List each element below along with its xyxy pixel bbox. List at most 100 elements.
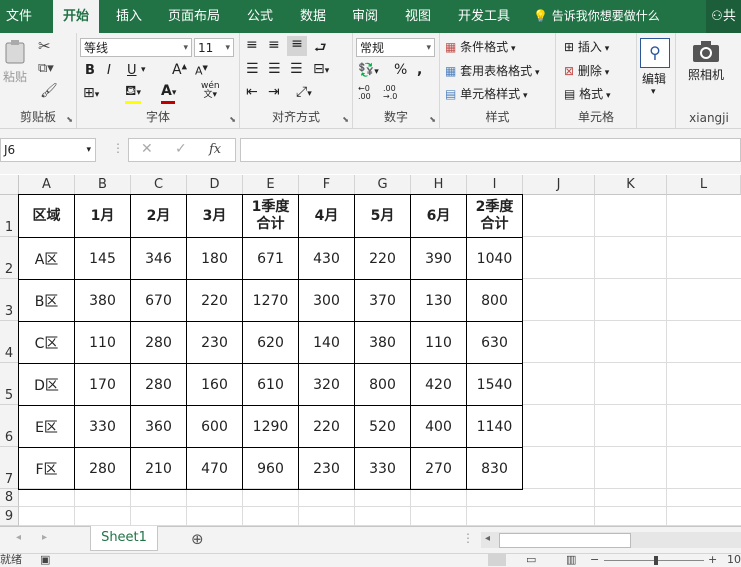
select-all-button[interactable]: [0, 175, 19, 195]
table-cell[interactable]: 430: [298, 237, 355, 280]
enter-icon[interactable]: ✓: [175, 141, 187, 157]
column-header-k[interactable]: K: [595, 175, 667, 195]
delete-cells-button[interactable]: ⊠ 删除 ▾: [564, 62, 609, 79]
table-cell[interactable]: E区: [18, 405, 75, 448]
table-cell[interactable]: D区: [18, 363, 75, 406]
horizontal-scrollbar[interactable]: ◂: [481, 532, 741, 548]
table-cell[interactable]: 130: [410, 279, 467, 322]
column-header-f[interactable]: F: [299, 175, 355, 195]
row-header-8[interactable]: 8: [0, 489, 19, 507]
menu-view[interactable]: 视图: [396, 0, 440, 33]
table-cell[interactable]: 380: [74, 279, 131, 322]
wrap-text-button[interactable]: ⮐: [314, 37, 327, 61]
page-break-view-icon[interactable]: ▥: [566, 554, 576, 566]
table-cell[interactable]: 110: [74, 321, 131, 364]
table-cell[interactable]: 370: [354, 279, 411, 322]
table-cell[interactable]: 330: [354, 447, 411, 490]
paste-button[interactable]: 粘贴: [2, 39, 28, 85]
table-cell[interactable]: 671: [242, 237, 299, 280]
table-cell[interactable]: 1270: [242, 279, 299, 322]
align-center-button[interactable]: ☰: [268, 61, 281, 77]
header-cell-region[interactable]: 区域: [18, 194, 75, 238]
table-cell[interactable]: 800: [354, 363, 411, 406]
underline-button[interactable]: U: [127, 63, 137, 78]
menu-developer[interactable]: 开发工具: [450, 0, 518, 33]
macro-record-icon[interactable]: ▣: [40, 554, 50, 566]
table-cell[interactable]: 1290: [242, 405, 299, 448]
format-painter-button[interactable]: 🖌: [40, 83, 58, 99]
decrease-indent-button[interactable]: ⇤: [246, 84, 258, 100]
table-cell[interactable]: 360: [130, 405, 187, 448]
name-box[interactable]: J6 ▾: [0, 138, 96, 162]
insert-function-button[interactable]: fx: [209, 142, 221, 157]
percent-button[interactable]: %: [394, 62, 407, 78]
table-cell[interactable]: 1040: [466, 237, 523, 280]
table-cell[interactable]: 320: [298, 363, 355, 406]
table-cell[interactable]: 390: [410, 237, 467, 280]
zoom-level[interactable]: 10: [727, 554, 741, 566]
table-cell[interactable]: 220: [186, 279, 243, 322]
table-cell[interactable]: C区: [18, 321, 75, 364]
table-cell[interactable]: 380: [354, 321, 411, 364]
decrease-decimal-button[interactable]: .00 →.0: [383, 85, 397, 101]
table-cell[interactable]: 800: [466, 279, 523, 322]
font-name-select[interactable]: 等线 ▾: [80, 38, 192, 57]
table-cell[interactable]: 1140: [466, 405, 523, 448]
header-cell-jan[interactable]: 1月: [74, 194, 131, 238]
zoom-slider-thumb[interactable]: [654, 556, 658, 565]
find-select-button[interactable]: ⚲: [640, 38, 670, 68]
table-cell[interactable]: 630: [466, 321, 523, 364]
underline-dropdown-icon[interactable]: ▾: [141, 65, 146, 75]
cancel-icon[interactable]: ✕: [141, 141, 153, 157]
menu-page-layout[interactable]: 页面布局: [160, 0, 228, 33]
scroll-left-arrow-icon[interactable]: ◂: [485, 533, 490, 544]
formula-input[interactable]: [240, 138, 741, 162]
orientation-button[interactable]: ⤢▾: [296, 84, 312, 100]
column-header-l[interactable]: L: [667, 175, 741, 195]
menu-data[interactable]: 数据: [291, 0, 335, 33]
dialog-launcher-icon[interactable]: ⬊: [342, 115, 349, 124]
row-header-1[interactable]: 1: [0, 195, 19, 237]
table-cell[interactable]: 330: [74, 405, 131, 448]
header-cell-mar[interactable]: 3月: [186, 194, 243, 238]
menu-review[interactable]: 审阅: [343, 0, 387, 33]
table-cell[interactable]: F区: [18, 447, 75, 490]
column-header-g[interactable]: G: [355, 175, 411, 195]
table-cell[interactable]: A区: [18, 237, 75, 280]
table-cell[interactable]: 670: [130, 279, 187, 322]
cut-button[interactable]: ✂: [38, 37, 51, 55]
table-cell[interactable]: 210: [130, 447, 187, 490]
shrink-font-button[interactable]: A▼: [195, 64, 208, 78]
align-bottom-button[interactable]: ≡: [287, 36, 307, 56]
bold-button[interactable]: B: [85, 63, 95, 78]
number-format-select[interactable]: 常规 ▾: [356, 38, 435, 57]
cell-styles-button[interactable]: ▤ 单元格样式 ▾: [445, 85, 528, 102]
column-header-b[interactable]: B: [75, 175, 131, 195]
zoom-out-icon[interactable]: −: [590, 554, 599, 566]
row-header-7[interactable]: 7: [0, 447, 19, 489]
row-header-5[interactable]: 5: [0, 363, 19, 405]
sheet-tab-sheet1[interactable]: Sheet1: [90, 526, 158, 551]
header-cell-q1-total[interactable]: 1季度 合计: [242, 194, 299, 238]
table-cell[interactable]: 1540: [466, 363, 523, 406]
font-color-button[interactable]: A▾: [161, 83, 176, 104]
column-header-c[interactable]: C: [131, 175, 187, 195]
comma-style-button[interactable]: ,: [417, 62, 422, 78]
dialog-launcher-icon[interactable]: ⬊: [66, 115, 73, 124]
row-header-6[interactable]: 6: [0, 405, 19, 447]
share-button[interactable]: ⚇共: [706, 0, 741, 33]
align-left-button[interactable]: ☰: [246, 61, 259, 77]
table-cell[interactable]: 520: [354, 405, 411, 448]
table-cell[interactable]: 600: [186, 405, 243, 448]
header-cell-may[interactable]: 5月: [354, 194, 411, 238]
column-header-e[interactable]: E: [243, 175, 299, 195]
header-cell-jun[interactable]: 6月: [410, 194, 467, 238]
merge-center-button[interactable]: ⊟▾: [313, 61, 329, 77]
table-cell[interactable]: 110: [410, 321, 467, 364]
table-cell[interactable]: 220: [354, 237, 411, 280]
table-cell[interactable]: 145: [74, 237, 131, 280]
column-header-a[interactable]: A: [19, 175, 75, 195]
increase-decimal-button[interactable]: ←0.00: [358, 85, 371, 101]
editing-button[interactable]: 编辑: [642, 70, 666, 87]
menu-insert[interactable]: 插入: [108, 0, 150, 33]
